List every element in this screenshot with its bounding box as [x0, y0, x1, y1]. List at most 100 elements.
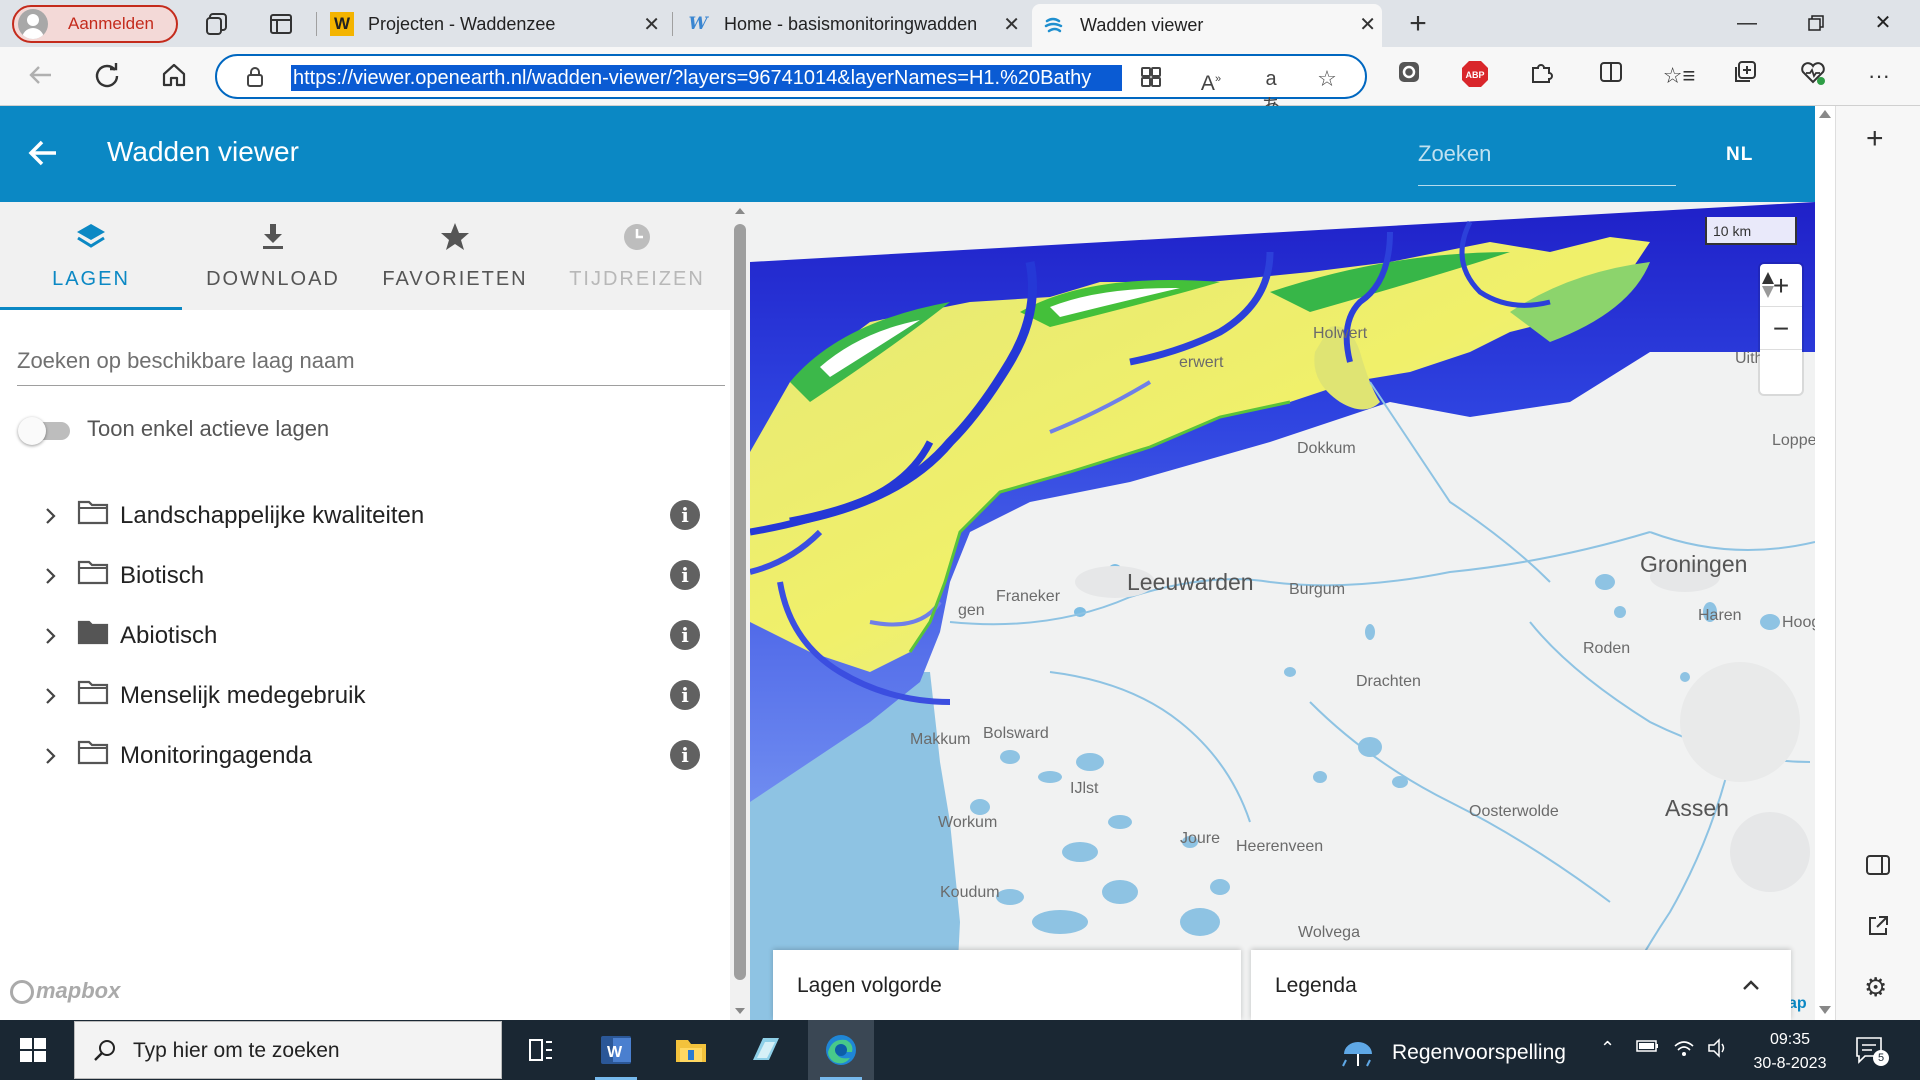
chevron-up-icon[interactable]: ⌃: [1600, 1038, 1615, 1059]
favorites-icon[interactable]: ☆≡: [1662, 59, 1696, 93]
info-icon[interactable]: i: [670, 560, 700, 590]
new-tab-icon[interactable]: +: [1405, 9, 1431, 39]
close-icon[interactable]: ✕: [1359, 12, 1376, 37]
sidebar-panel-icon[interactable]: [1865, 854, 1891, 881]
split-screen-icon[interactable]: [1594, 59, 1628, 93]
url-field[interactable]: https://viewer.openearth.nl/wadden-viewe…: [215, 54, 1367, 118]
tab-favorieten[interactable]: FAVORIETEN: [364, 202, 546, 310]
favorite-star-icon[interactable]: ☆: [1313, 65, 1341, 93]
translate-icon[interactable]: aあ: [1257, 65, 1285, 118]
folder-row[interactable]: Landschappelijke kwaliteiten i: [0, 492, 730, 540]
folder-row[interactable]: Monitoringagenda i: [0, 732, 730, 780]
workspaces-icon[interactable]: [204, 11, 230, 37]
info-icon[interactable]: i: [670, 740, 700, 770]
edge-app-icon[interactable]: [808, 1020, 874, 1080]
chevron-right-icon[interactable]: [38, 624, 62, 648]
app-search[interactable]: [1418, 134, 1676, 186]
restore-icon[interactable]: [1793, 8, 1839, 38]
address-bar: https://viewer.openearth.nl/wadden-viewe…: [0, 47, 1920, 118]
word-app-icon[interactable]: W: [583, 1020, 649, 1080]
back-icon[interactable]: [24, 60, 58, 94]
layer-search-input[interactable]: [17, 340, 725, 382]
chevron-right-icon[interactable]: [38, 564, 62, 588]
place-label: Bolsward: [983, 725, 1049, 742]
active-layers-toggle[interactable]: [18, 416, 74, 445]
read-aloud-icon[interactable]: A»: [1197, 65, 1225, 95]
folder-row[interactable]: Abiotisch i: [0, 612, 730, 660]
folder-row[interactable]: Biotisch i: [0, 552, 730, 600]
tab-download[interactable]: DOWNLOAD: [182, 202, 364, 310]
info-icon[interactable]: i: [670, 680, 700, 710]
browser-sidebar: + ⚙: [1835, 106, 1920, 1020]
more-icon[interactable]: ···: [1862, 59, 1896, 93]
notifications-icon[interactable]: 5: [1855, 1036, 1889, 1066]
panel-scrollbar[interactable]: [730, 202, 750, 1020]
legend-label: Legenda: [1275, 974, 1357, 997]
adblock-icon[interactable]: ABP: [1458, 59, 1492, 93]
refresh-icon[interactable]: [90, 60, 124, 94]
browser-extension-icon[interactable]: [1392, 59, 1426, 93]
battery-icon[interactable]: [1636, 1038, 1660, 1059]
svg-text:ABP: ABP: [1465, 70, 1484, 80]
wave-favicon-icon: [1042, 14, 1066, 38]
home-icon[interactable]: [157, 60, 191, 94]
page-scrollbar[interactable]: [1815, 106, 1835, 1020]
chevron-right-icon[interactable]: [38, 504, 62, 528]
side-panel: LAGEN DOWNLOAD FAVORIETEN TIJDREIZEN Too…: [0, 202, 750, 1020]
close-icon[interactable]: ✕: [643, 12, 660, 37]
file-explorer-icon[interactable]: [658, 1020, 724, 1080]
layer-search[interactable]: [17, 340, 725, 386]
snipping-tool-icon[interactable]: [733, 1020, 799, 1080]
layers-order-card[interactable]: Lagen volgorde: [773, 950, 1241, 1020]
url-text[interactable]: https://viewer.openearth.nl/wadden-viewe…: [291, 65, 1122, 91]
app-search-input[interactable]: [1418, 134, 1676, 174]
tab-title: Wadden viewer: [1080, 15, 1204, 35]
windows-taskbar: Typ hier om te zoeken W Regenvoorspellin…: [0, 1020, 1920, 1080]
chevron-up-icon[interactable]: [1740, 974, 1762, 996]
tab-actions-icon[interactable]: [268, 11, 294, 37]
wifi-icon[interactable]: [1672, 1038, 1696, 1063]
volume-icon[interactable]: [1706, 1038, 1730, 1063]
taskbar-search[interactable]: Typ hier om te zoeken: [74, 1021, 502, 1079]
clock-icon: [546, 220, 728, 256]
profile-button[interactable]: Aanmelden: [12, 5, 178, 43]
tab-home-basismonitoring[interactable]: W Home - basismonitoringwadden ✕: [676, 4, 1026, 44]
tab-wadden-viewer[interactable]: Wadden viewer ✕: [1032, 4, 1382, 47]
place-label: IJlst: [1070, 780, 1099, 797]
tab-tijdreizen[interactable]: TIJDREIZEN: [546, 202, 728, 310]
window-close-icon[interactable]: ✕: [1860, 8, 1906, 38]
weather-widget[interactable]: Regenvoorspelling: [1340, 1036, 1566, 1070]
back-arrow-icon[interactable]: [24, 134, 62, 172]
performance-icon[interactable]: [1796, 59, 1830, 93]
zoom-out-button[interactable]: −: [1760, 307, 1802, 350]
chevron-right-icon[interactable]: [38, 684, 62, 708]
task-view-icon[interactable]: [508, 1020, 574, 1080]
mapbox-logo[interactable]: mapbox: [10, 978, 120, 1005]
lock-icon[interactable]: [241, 65, 269, 93]
folder-row[interactable]: Menselijk medegebruik i: [0, 672, 730, 720]
svg-text:W: W: [607, 1044, 623, 1061]
taskbar-search-placeholder: Typ hier om te zoeken: [133, 1039, 340, 1062]
folder-name: Landschappelijke kwaliteiten: [120, 502, 425, 529]
close-icon[interactable]: ✕: [1003, 12, 1020, 37]
settings-gear-icon[interactable]: ⚙: [1864, 972, 1887, 1003]
info-icon[interactable]: i: [670, 620, 700, 650]
extensions-icon[interactable]: [1524, 59, 1558, 93]
chevron-right-icon[interactable]: [38, 744, 62, 768]
tab-projecten[interactable]: W Projecten - Waddenzee ✕: [320, 4, 666, 44]
windows-start-icon[interactable]: [18, 1035, 48, 1065]
tab-lagen[interactable]: LAGEN: [0, 202, 182, 310]
legend-card[interactable]: Legenda: [1251, 950, 1791, 1020]
download-icon: [182, 220, 364, 256]
open-external-icon[interactable]: [1866, 914, 1890, 943]
collections-icon[interactable]: [1728, 59, 1762, 93]
add-sidebar-icon[interactable]: +: [1866, 122, 1884, 156]
language-button[interactable]: NL: [1726, 144, 1753, 166]
minimize-icon[interactable]: —: [1724, 8, 1770, 38]
app-header: Wadden viewer NL: [0, 106, 1815, 202]
system-clock[interactable]: 09:35 30-8-2023: [1745, 1028, 1835, 1076]
app-icon[interactable]: [1137, 65, 1165, 93]
info-icon[interactable]: i: [670, 500, 700, 530]
compass-icon[interactable]: [1760, 272, 1802, 393]
map-view[interactable]: Holwert erwert Dokkum Leeuwarden Franeke…: [750, 202, 1815, 1020]
